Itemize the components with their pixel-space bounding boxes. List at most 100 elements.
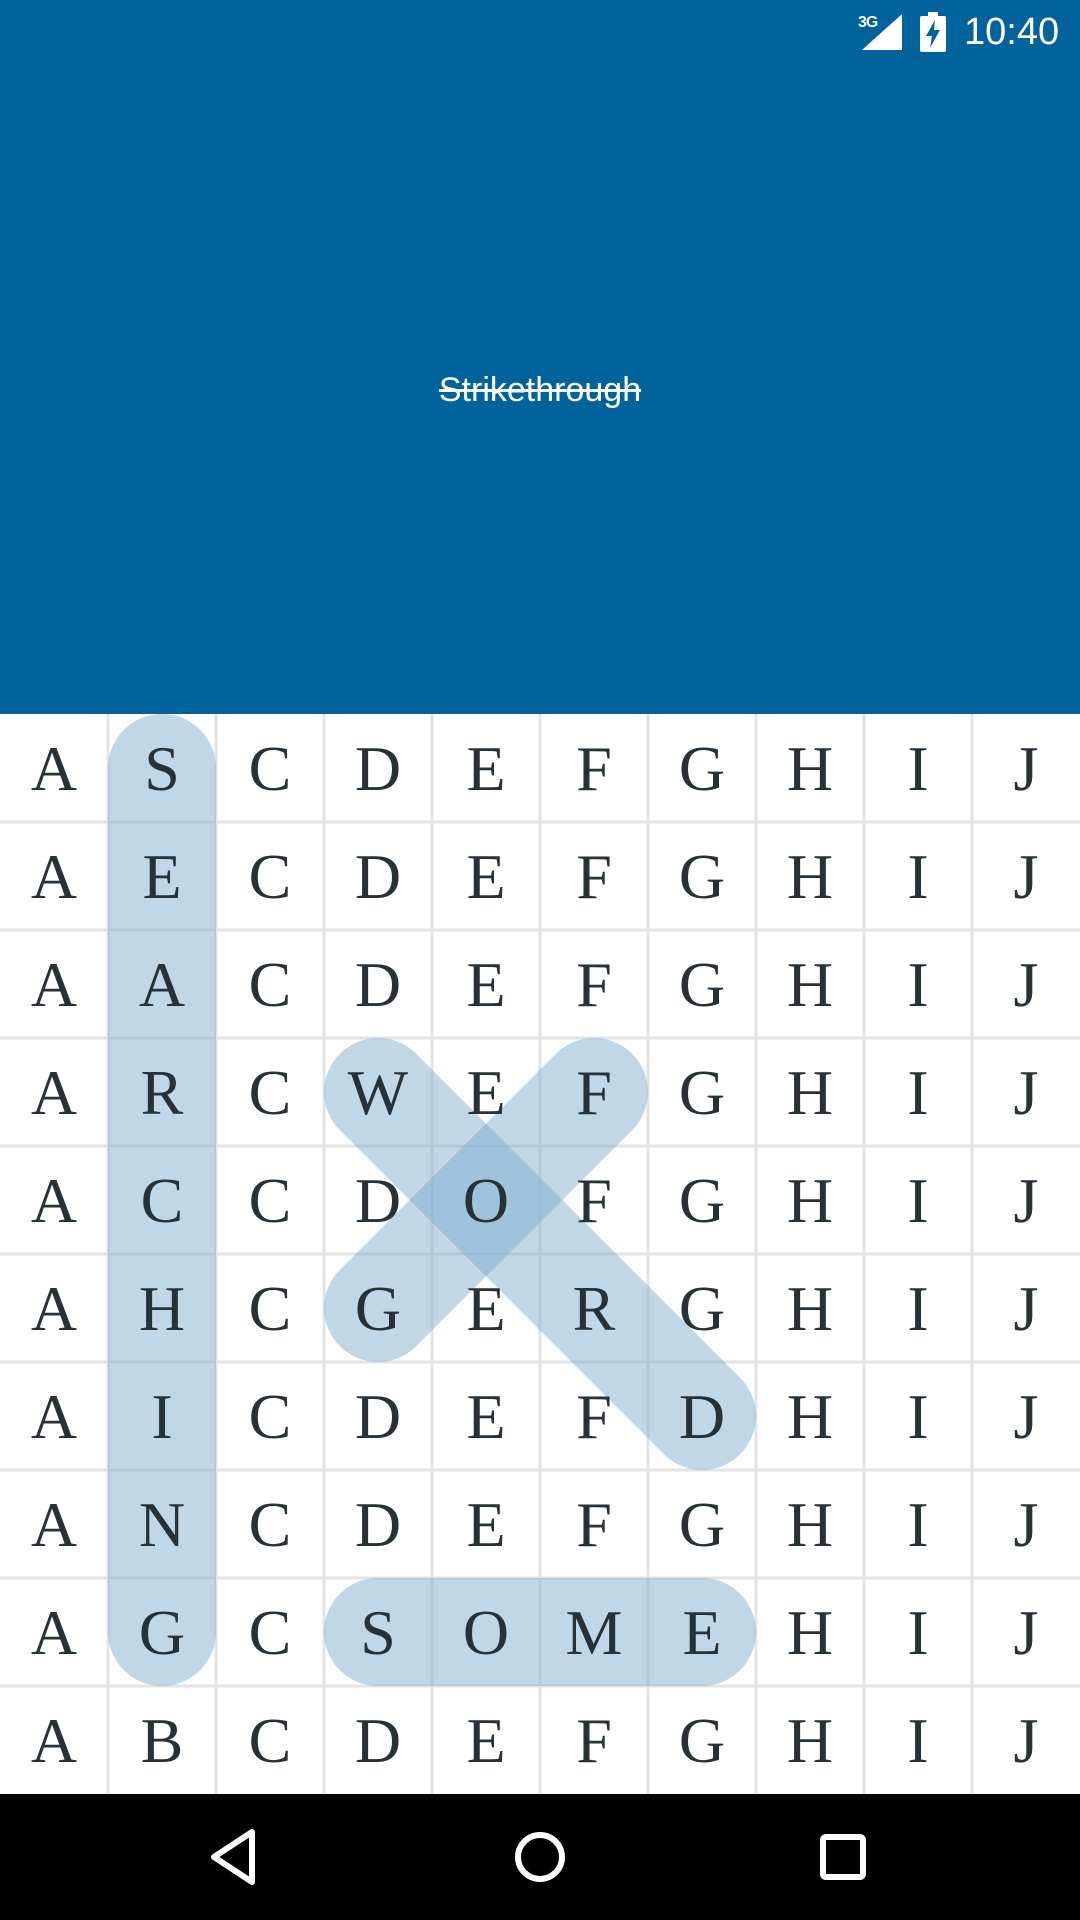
letter-cell[interactable]: H <box>787 1705 833 1776</box>
letter-cell[interactable]: H <box>787 949 833 1020</box>
letter-cell[interactable]: W <box>348 1057 409 1128</box>
letter-cell[interactable]: C <box>249 1273 292 1344</box>
letter-cell[interactable]: A <box>139 949 185 1020</box>
letter-cell[interactable]: J <box>1014 949 1039 1020</box>
letter-cell[interactable]: H <box>139 1273 185 1344</box>
letter-cell[interactable]: I <box>907 1489 928 1560</box>
letter-cell[interactable]: J <box>1014 1273 1039 1344</box>
letter-cell[interactable]: D <box>355 1165 401 1236</box>
letter-cell[interactable]: A <box>31 1165 77 1236</box>
letter-cell[interactable]: G <box>679 841 725 912</box>
letter-cell[interactable]: C <box>141 1165 184 1236</box>
letter-cell[interactable]: G <box>139 1597 185 1668</box>
letter-cell[interactable]: I <box>907 1597 928 1668</box>
letter-cell[interactable]: C <box>249 949 292 1020</box>
letter-cell[interactable]: A <box>31 1489 77 1560</box>
letter-cell[interactable]: F <box>576 1165 612 1236</box>
letter-cell[interactable]: D <box>355 949 401 1020</box>
letter-cell[interactable]: S <box>144 733 180 804</box>
letter-cell[interactable]: M <box>566 1597 623 1668</box>
letter-cell[interactable]: H <box>787 841 833 912</box>
letter-cell[interactable]: H <box>787 1273 833 1344</box>
letter-cell[interactable]: A <box>31 733 77 804</box>
letter-cell[interactable]: E <box>466 733 505 804</box>
letter-cell[interactable]: H <box>787 1597 833 1668</box>
letter-cell[interactable]: J <box>1014 1057 1039 1128</box>
letter-cell[interactable]: F <box>576 949 612 1020</box>
letter-cell[interactable]: G <box>679 949 725 1020</box>
letter-cell[interactable]: A <box>31 949 77 1020</box>
letter-cell[interactable]: G <box>355 1273 401 1344</box>
letter-cell[interactable]: H <box>787 1489 833 1560</box>
letter-cell[interactable]: A <box>31 1381 77 1452</box>
grid-canvas[interactable]: A S C D E F G H I JA E C D E F G H I JA A C D E F G H I JA R C W E F G H I J… <box>0 714 1080 1794</box>
letter-cell[interactable]: O <box>463 1165 509 1236</box>
letter-cell[interactable]: D <box>355 841 401 912</box>
letter-cell[interactable]: F <box>576 841 612 912</box>
letter-cell[interactable]: G <box>679 1489 725 1560</box>
letter-cell[interactable]: E <box>466 1705 505 1776</box>
letter-cell[interactable]: F <box>576 1489 612 1560</box>
letter-cell[interactable]: F <box>576 1705 612 1776</box>
letter-cell[interactable]: J <box>1014 1165 1039 1236</box>
letter-cell[interactable]: E <box>466 1057 505 1128</box>
letter-cell[interactable]: G <box>679 1273 725 1344</box>
letter-cell[interactable]: R <box>573 1273 616 1344</box>
letter-cell[interactable]: C <box>249 841 292 912</box>
letter-cell[interactable]: I <box>907 1273 928 1344</box>
letter-cell[interactable]: B <box>141 1705 184 1776</box>
letter-cell[interactable]: D <box>355 1489 401 1560</box>
letter-cell[interactable]: I <box>907 1381 928 1452</box>
letter-cell[interactable]: G <box>679 733 725 804</box>
letter-cell[interactable]: H <box>787 1057 833 1128</box>
letter-cell[interactable]: O <box>463 1597 509 1668</box>
letter-cell[interactable]: J <box>1014 1705 1039 1776</box>
letter-cell[interactable]: D <box>355 1705 401 1776</box>
letter-cell[interactable]: D <box>355 1381 401 1452</box>
letter-cell[interactable]: N <box>139 1489 185 1560</box>
letter-cell[interactable]: D <box>355 733 401 804</box>
letter-cell[interactable]: I <box>907 949 928 1020</box>
letter-cell[interactable]: F <box>576 733 612 804</box>
letter-cell[interactable]: I <box>907 1165 928 1236</box>
letter-cell[interactable]: A <box>31 841 77 912</box>
letter-cell[interactable]: I <box>151 1381 172 1452</box>
letter-cell[interactable]: I <box>907 1705 928 1776</box>
letter-cell[interactable]: C <box>249 1489 292 1560</box>
letter-cell[interactable]: G <box>679 1705 725 1776</box>
letter-cell[interactable]: E <box>466 1381 505 1452</box>
letter-cell[interactable]: D <box>679 1381 725 1452</box>
letter-cell[interactable]: H <box>787 1165 833 1236</box>
letter-cell[interactable]: F <box>576 1381 612 1452</box>
letter-cell[interactable]: F <box>576 1057 612 1128</box>
letter-cell[interactable]: I <box>907 841 928 912</box>
letter-cell[interactable]: I <box>907 733 928 804</box>
letter-cell[interactable]: A <box>31 1705 77 1776</box>
letter-cell[interactable]: G <box>679 1057 725 1128</box>
letter-cell[interactable]: C <box>249 1381 292 1452</box>
letter-cell[interactable]: C <box>249 1597 292 1668</box>
letter-cell[interactable]: E <box>682 1597 721 1668</box>
letter-cell[interactable]: R <box>141 1057 184 1128</box>
home-icon[interactable] <box>505 1822 575 1892</box>
letter-cell[interactable]: C <box>249 1165 292 1236</box>
letter-cell[interactable]: I <box>907 1057 928 1128</box>
letter-cell[interactable]: C <box>249 1705 292 1776</box>
letter-cell[interactable]: E <box>466 1273 505 1344</box>
back-icon[interactable] <box>200 1822 270 1892</box>
word-search-grid[interactable]: ASCDEFGHIJAECDEFGHIJAACDEFGHIJARCWEFGHIJ… <box>0 714 1080 1794</box>
letter-cell[interactable]: E <box>466 1489 505 1560</box>
letter-cell[interactable]: A <box>31 1057 77 1128</box>
letter-cell[interactable]: C <box>249 733 292 804</box>
recents-icon[interactable] <box>808 1822 878 1892</box>
letter-cell[interactable]: H <box>787 1381 833 1452</box>
letter-cell[interactable]: S <box>360 1597 396 1668</box>
letter-cell[interactable]: J <box>1014 841 1039 912</box>
letter-cell[interactable]: J <box>1014 1597 1039 1668</box>
letter-cell[interactable]: A <box>31 1273 77 1344</box>
letter-cell[interactable]: E <box>142 841 181 912</box>
letter-cell[interactable]: J <box>1014 1489 1039 1560</box>
letter-cell[interactable]: E <box>466 841 505 912</box>
letter-cell[interactable]: C <box>249 1057 292 1128</box>
letter-cell[interactable]: A <box>31 1597 77 1668</box>
